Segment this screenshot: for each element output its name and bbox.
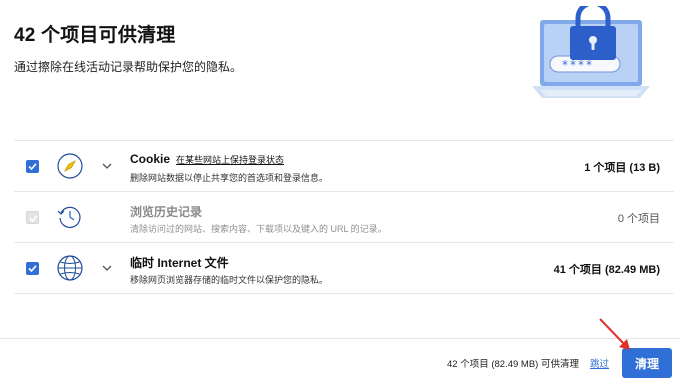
footer-bar: 42 个项目 (82.49 MB) 可供清理 跳过 清理 bbox=[0, 338, 680, 381]
list-item-temporary-files: 临时 Internet 文件 移除网页浏览器存储的临时文件以保护您的隐私。 41… bbox=[14, 243, 674, 294]
cookie-title: Cookie 在某些网站上保持登录状态 bbox=[130, 152, 285, 166]
cookie-size: 1 个项目 (13 B) bbox=[584, 162, 660, 174]
keep-logged-in-link[interactable]: 在某些网站上保持登录状态 bbox=[176, 155, 284, 165]
list-item-cookie: Cookie 在某些网站上保持登录状态 删除网站数据以停止共享您的首选项和登录信息… bbox=[14, 141, 674, 192]
temporary-files-title: 临时 Internet 文件 bbox=[130, 256, 229, 270]
annotation-arrow-icon bbox=[599, 318, 630, 350]
browsing-history-title: 浏览历史记录 bbox=[130, 205, 203, 219]
chevron-down-icon[interactable] bbox=[101, 262, 113, 274]
page-subtitle: 通过擦除在线活动记录帮助保护您的隐私。 bbox=[14, 60, 243, 74]
cookie-checkbox[interactable] bbox=[26, 160, 39, 173]
browsing-history-size: 0 个项目 bbox=[617, 213, 660, 225]
page-title: 42 个项目可供清理 bbox=[14, 25, 176, 46]
list-item-browsing-history: 浏览历史记录 清除访问过的网站、搜索内容、下载项以及键入的 URL 的记录。 0… bbox=[14, 192, 674, 243]
temporary-files-checkbox[interactable] bbox=[26, 262, 39, 275]
chevron-down-icon[interactable] bbox=[101, 160, 113, 172]
browsing-history-description: 清除访问过的网站、搜索内容、下载项以及键入的 URL 的记录。 bbox=[130, 224, 387, 234]
cookie-description: 删除网站数据以停止共享您的首选项和登录信息。 bbox=[130, 173, 329, 183]
browsing-history-checkbox bbox=[26, 211, 39, 224]
skip-link[interactable]: 跳过 bbox=[590, 356, 609, 370]
temporary-files-size: 41 个项目 (82.49 MB) bbox=[553, 264, 660, 276]
cleanup-item-list: Cookie 在某些网站上保持登录状态 删除网站数据以停止共享您的首选项和登录信息… bbox=[14, 140, 674, 294]
svg-text:****: **** bbox=[562, 58, 594, 72]
temporary-files-description: 移除网页浏览器存储的临时文件以保护您的隐私。 bbox=[130, 275, 329, 285]
globe-icon bbox=[57, 255, 83, 281]
cleanup-summary: 42 个项目 (82.49 MB) 可供清理 bbox=[447, 359, 579, 370]
history-icon bbox=[57, 206, 81, 228]
privacy-lock-illustration: **** bbox=[532, 6, 650, 98]
compass-icon bbox=[57, 153, 83, 179]
